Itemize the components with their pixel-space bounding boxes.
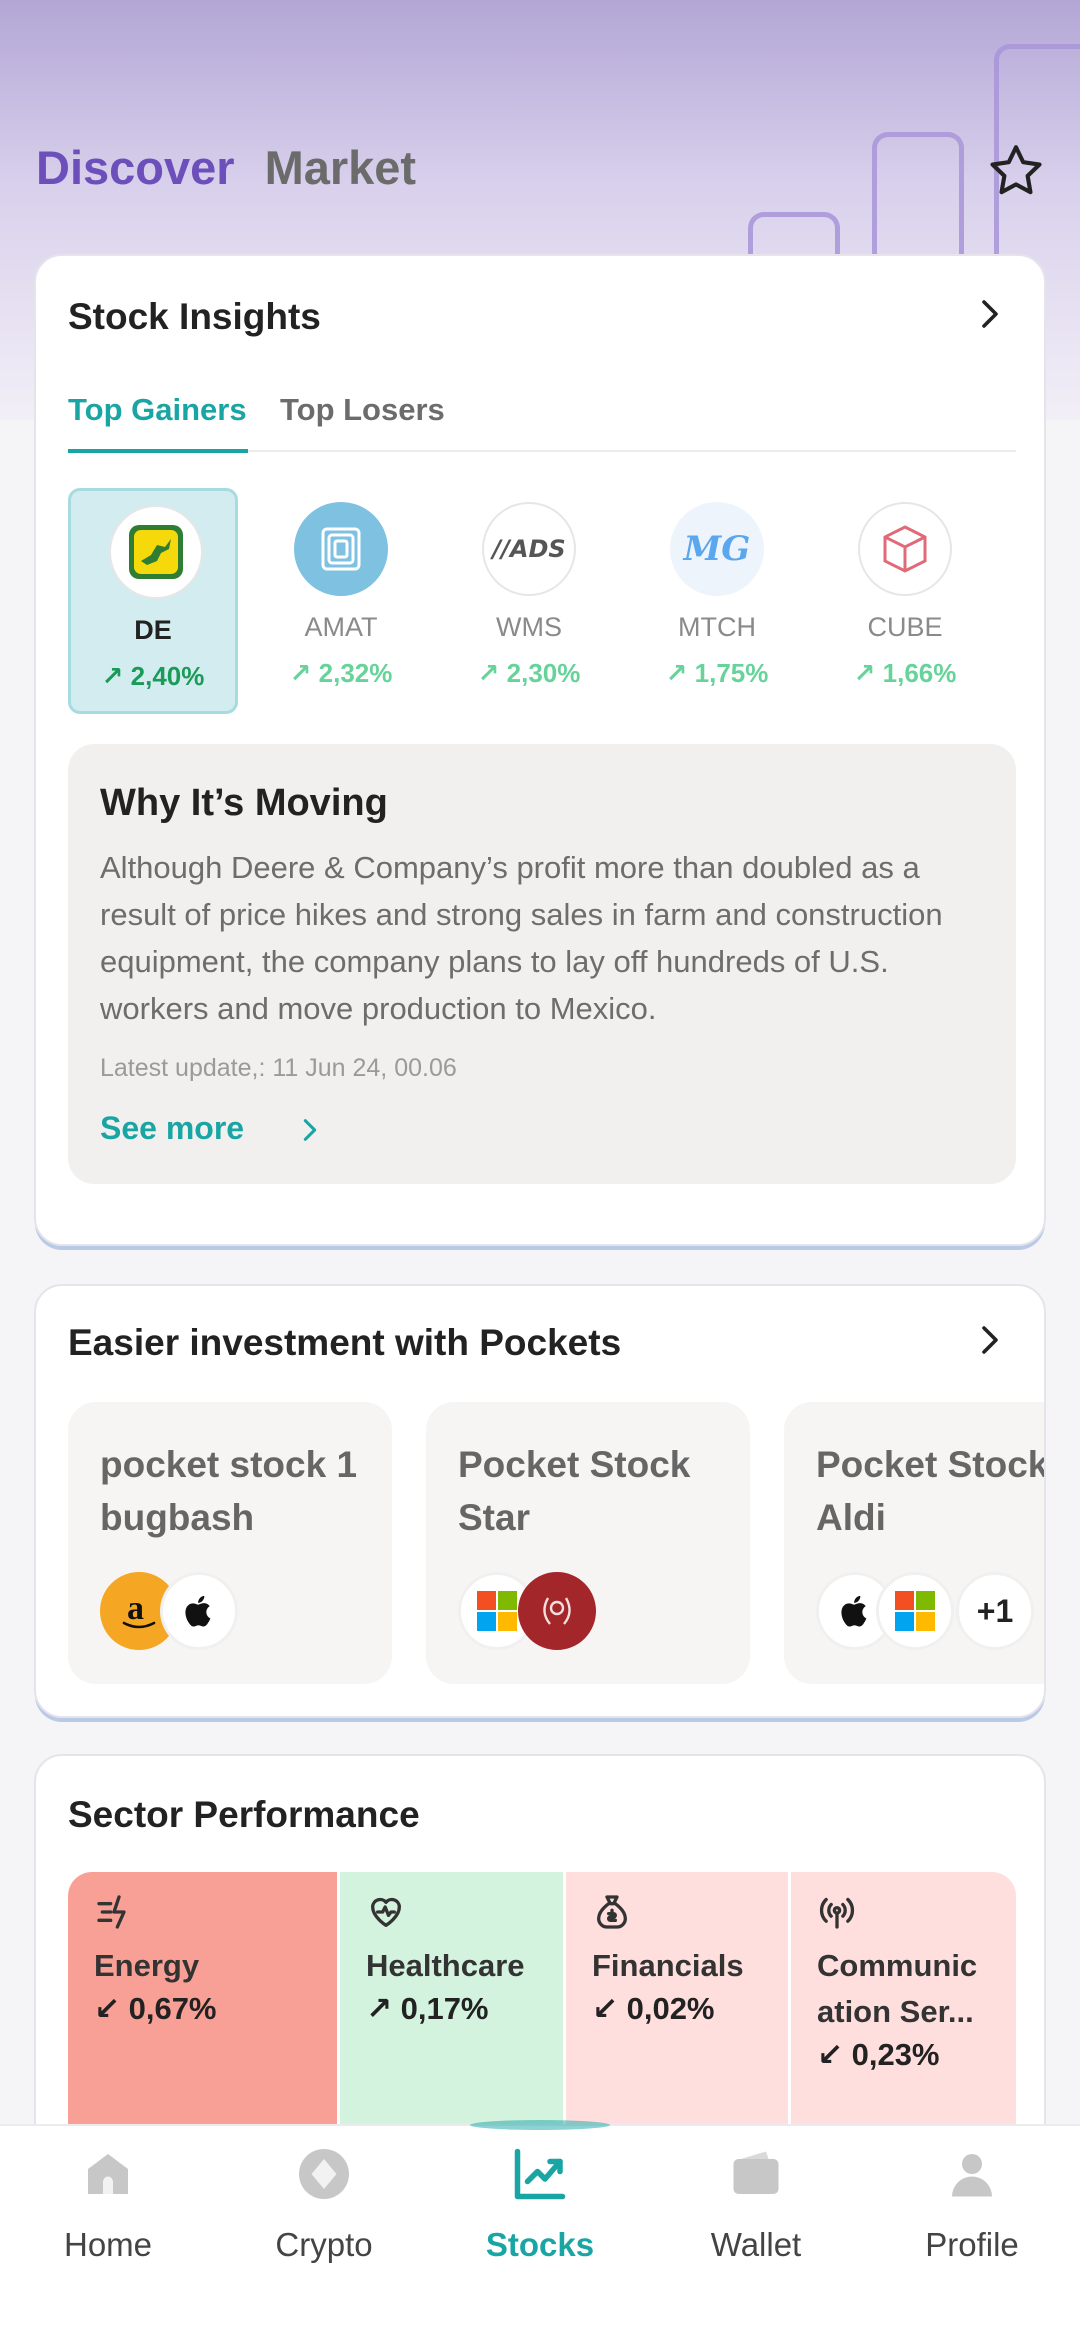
tab-market[interactable]: Market xyxy=(265,140,417,195)
sector-change: ↙ 0,23% xyxy=(817,2037,940,2072)
stocks-chart-icon xyxy=(514,2148,566,2200)
pocket-name: pocket stock 1 bugbash xyxy=(100,1444,358,1538)
pocket-card[interactable]: Pocket Stock Star xyxy=(426,1402,750,1684)
nav-label: Crypto xyxy=(275,2226,373,2263)
gainer-item-de[interactable]: DE ↗ 2,40% xyxy=(68,488,238,714)
sector-change: ↗ 0,17% xyxy=(366,1991,489,2026)
sector-performance-title: Sector Performance xyxy=(68,1794,420,1835)
gainer-change: ↗ 1,66% xyxy=(853,658,957,688)
why-moving-panel: Why It’s Moving Although Deere & Company… xyxy=(68,744,1016,1184)
svg-text:a: a xyxy=(127,1590,144,1627)
why-moving-title: Why It’s Moving xyxy=(100,782,388,824)
pocket-card[interactable]: Pocket Stock Aldi +1 xyxy=(784,1402,1046,1684)
latest-update: Latest update,: 11 Jun 24, 00.06 xyxy=(100,1054,457,1082)
nav-label: Home xyxy=(63,2226,153,2263)
active-tab-underline xyxy=(68,449,248,453)
nav-label: Wallet xyxy=(710,2226,802,2263)
gainer-item-mtch[interactable]: MG MTCH ↗ 1,75% xyxy=(632,488,802,714)
gainer-symbol: MTCH xyxy=(678,612,756,642)
deere-logo xyxy=(109,505,203,599)
pockets-card: Easier investment with Pockets pocket st… xyxy=(34,1284,1046,1718)
pockets-title: Easier investment with Pockets xyxy=(68,1322,622,1363)
mtch-logo: MG xyxy=(670,502,764,596)
home-icon xyxy=(88,2154,128,2194)
chevron-right-icon[interactable] xyxy=(972,296,1008,332)
star-icon[interactable] xyxy=(985,140,1047,202)
gainer-symbol: AMAT xyxy=(304,612,378,642)
insights-tabs: Top Gainers Top Losers xyxy=(68,392,1016,453)
wallet-icon xyxy=(733,2151,779,2194)
tab-top-gainers[interactable]: Top Gainers xyxy=(68,392,247,428)
chevron-right-icon[interactable] xyxy=(296,1116,324,1144)
amat-logo xyxy=(294,502,388,596)
gainer-change: ↗ 1,75% xyxy=(665,658,769,688)
sector-tile-energy[interactable]: Energy ↙ 0,67% xyxy=(68,1872,340,2132)
crypto-icon xyxy=(299,2149,349,2199)
why-moving-body: Although Deere & Company’s profit more t… xyxy=(100,850,943,1026)
money-bag-icon xyxy=(597,1895,627,1929)
gainer-item-wms[interactable]: //ADS WMS ↗ 2,30% xyxy=(444,488,614,714)
gainer-item-amat[interactable]: AMAT ↗ 2,32% xyxy=(256,488,426,714)
gainer-symbol: CUBE xyxy=(867,612,943,642)
tab-discover[interactable]: Discover xyxy=(36,140,235,195)
sector-name: Financials xyxy=(592,1948,744,1983)
microsoft-logo xyxy=(876,1572,954,1650)
wms-logo: //ADS xyxy=(482,502,576,596)
sector-change: ↙ 0,02% xyxy=(592,1991,715,2026)
wreath-logo xyxy=(518,1572,596,1650)
pocket-name: Pocket Stock Star xyxy=(458,1444,691,1538)
nav-label: Profile xyxy=(925,2226,1019,2263)
profile-icon xyxy=(952,2154,992,2197)
gainer-symbol: WMS xyxy=(496,612,562,642)
stock-insights-card: Stock Insights Top Gainers Top Losers DE… xyxy=(34,254,1046,1246)
pocket-card[interactable]: pocket stock 1 bugbash a xyxy=(68,1402,392,1684)
top-tabs: Discover Market xyxy=(36,140,416,195)
broadcast-icon xyxy=(819,1897,855,1929)
gainers-list: DE ↗ 2,40% AMAT ↗ 2,32% //ADS WMS ↗ 2,30… xyxy=(68,488,1028,714)
sector-change: ↙ 0,67% xyxy=(94,1991,217,2026)
sector-tiles: Energy ↙ 0,67% Healthcare ↗ 0,17% Financ… xyxy=(68,1872,1016,2132)
gainer-change: ↗ 2,30% xyxy=(477,658,581,688)
active-indicator xyxy=(470,2120,610,2130)
tab-top-losers[interactable]: Top Losers xyxy=(280,392,445,428)
apple-logo xyxy=(160,1572,238,1650)
nav-label: Stocks xyxy=(485,2226,595,2263)
gainer-item-cube[interactable]: CUBE ↗ 1,66% xyxy=(820,488,990,714)
bottom-navigation: Home Crypto Stocks Wallet Profile xyxy=(0,2120,1080,2340)
see-more-link[interactable]: See more xyxy=(100,1110,244,1147)
gainer-change: ↗ 2,40% xyxy=(101,661,205,691)
sector-name: Communic ation Ser... xyxy=(817,1948,978,2029)
chevron-right-icon[interactable] xyxy=(972,1322,1008,1358)
pocket-name: Pocket Stock Aldi xyxy=(816,1444,1046,1538)
stock-insights-title: Stock Insights xyxy=(68,296,321,337)
decorative-bar xyxy=(872,132,964,272)
sector-tile-financials[interactable]: Financials ↙ 0,02% xyxy=(566,1872,791,2132)
sector-tile-communication[interactable]: Communic ation Ser... ↙ 0,23% xyxy=(791,1872,1016,2132)
sector-name: Healthcare xyxy=(366,1948,525,1983)
bolt-icon xyxy=(97,1895,126,1929)
heart-pulse-icon xyxy=(371,1897,401,1927)
more-stocks-badge: +1 xyxy=(956,1572,1034,1650)
sector-tile-healthcare[interactable]: Healthcare ↗ 0,17% xyxy=(340,1872,566,2132)
gainer-change: ↗ 2,32% xyxy=(289,658,393,688)
gainer-symbol: DE xyxy=(134,615,172,645)
cube-logo xyxy=(858,502,952,596)
sector-name: Energy xyxy=(94,1948,200,1983)
